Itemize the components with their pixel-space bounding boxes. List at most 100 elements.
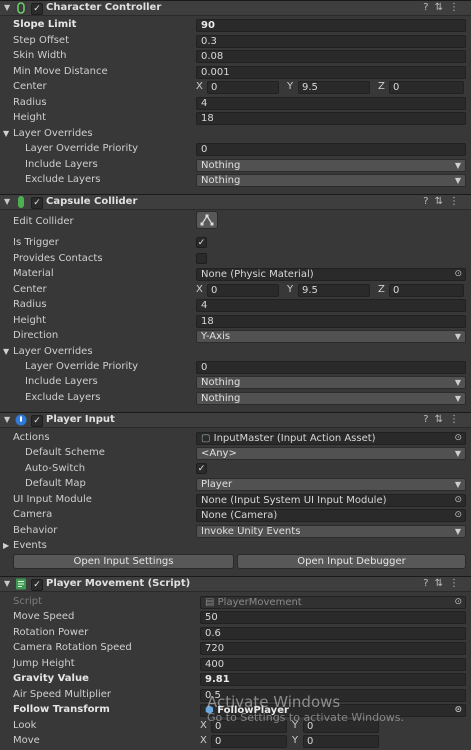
preset-icon[interactable]: ⇅ [435, 578, 449, 589]
is-trigger-checkbox[interactable]: ✓ [196, 237, 207, 248]
exclude-layers-dropdown[interactable]: Nothing ▼ [196, 174, 466, 187]
rotation-power-field[interactable]: 0.6 [200, 627, 466, 640]
script-value: PlayerMovement [217, 597, 302, 608]
move-y-field[interactable]: 0 [303, 735, 379, 748]
component-title: Player Input [46, 414, 115, 425]
character-controller-header[interactable]: ▼ ✓ Character Controller ?⇅⋮ [0, 0, 471, 16]
input-buttons-row: Open Input Settings Open Input Debugger [0, 554, 471, 569]
field-label: Direction [13, 330, 59, 341]
include-layers-dropdown[interactable]: Nothing ▼ [196, 376, 466, 389]
object-picker-icon[interactable]: ⊙ [454, 495, 462, 506]
camera-rotation-speed-field[interactable]: 720 [200, 642, 466, 655]
behavior-dropdown[interactable]: Invoke Unity Events ▼ [196, 525, 466, 538]
layer-overrides-foldout[interactable]: ▼ Layer Overrides [0, 127, 471, 142]
foldout-arrow-icon[interactable]: ▼ [4, 579, 10, 588]
character-controller-icon [15, 2, 27, 14]
header-icons[interactable]: ?⇅⋮ [423, 196, 465, 207]
open-input-settings-button[interactable]: Open Input Settings [13, 554, 234, 569]
air-speed-field[interactable]: 0.5 [200, 689, 466, 702]
field-label: Default Scheme [25, 447, 105, 458]
direction-row: Direction Y-Axis ▼ [0, 329, 471, 344]
header-icons[interactable]: ?⇅⋮ [423, 578, 465, 589]
slope-limit-field[interactable]: 90 [196, 19, 466, 32]
auto-switch-checkbox[interactable]: ✓ [196, 463, 207, 474]
exclude-layers-dropdown[interactable]: Nothing ▼ [196, 392, 466, 405]
follow-transform-field[interactable]: ⬢ FollowPlayer ⊙ [200, 704, 466, 717]
help-icon[interactable]: ? [423, 2, 434, 13]
open-input-debugger-button[interactable]: Open Input Debugger [237, 554, 466, 569]
header-icons[interactable]: ?⇅⋮ [423, 414, 465, 425]
ui-input-module-field[interactable]: None (Input System UI Input Module) ⊙ [196, 494, 466, 507]
gravity-value-field[interactable]: 9.81 [200, 673, 466, 686]
field-label: Auto-Switch [25, 463, 86, 474]
component-enabled-checkbox[interactable]: ✓ [31, 415, 43, 427]
edit-collider-button[interactable] [196, 211, 218, 229]
camera-field[interactable]: None (Camera) ⊙ [196, 509, 466, 522]
events-foldout[interactable]: ▶ Events [0, 539, 471, 554]
provides-contacts-checkbox[interactable] [196, 253, 207, 264]
component-enabled-checkbox[interactable]: ✓ [31, 197, 43, 209]
skin-width-field[interactable]: 0.08 [196, 50, 466, 63]
preset-icon[interactable]: ⇅ [435, 414, 449, 425]
center-y-field[interactable]: 9.5 [298, 81, 370, 94]
asset-icon: ▢ [201, 433, 214, 444]
help-icon[interactable]: ? [423, 196, 434, 207]
capsule-collider-header[interactable]: ▼ ✓ Capsule Collider ?⇅⋮ [0, 194, 471, 210]
script-file-icon: ▤ [205, 597, 218, 608]
foldout-arrow-icon[interactable]: ▼ [4, 197, 10, 206]
object-picker-icon[interactable]: ⊙ [454, 433, 462, 444]
center-x-field[interactable]: 0 [207, 81, 279, 94]
priority-field[interactable]: 0 [196, 143, 466, 156]
component-enabled-checkbox[interactable]: ✓ [31, 3, 43, 15]
exclude-layers-row: Exclude Layers Nothing ▼ [0, 173, 471, 188]
include-layers-dropdown[interactable]: Nothing ▼ [196, 159, 466, 172]
layer-overrides-foldout[interactable]: ▼ Layer Overrides [0, 345, 471, 360]
preset-icon[interactable]: ⇅ [435, 2, 449, 13]
actions-field[interactable]: ▢ InputMaster (Input Action Asset) ⊙ [196, 432, 466, 445]
center-x-field[interactable]: 0 [207, 284, 279, 297]
radius-field[interactable]: 4 [196, 299, 466, 312]
foldout-arrow-icon[interactable]: ▼ [3, 347, 9, 356]
axis-x-label: X [196, 81, 203, 92]
foldout-arrow-icon[interactable]: ▼ [4, 3, 10, 12]
kebab-menu-icon[interactable]: ⋮ [449, 2, 465, 13]
field-label: Edit Collider [13, 216, 74, 227]
center-z-field[interactable]: 0 [389, 284, 464, 297]
kebab-menu-icon[interactable]: ⋮ [449, 196, 465, 207]
min-move-field[interactable]: 0.001 [196, 66, 466, 79]
player-input-header[interactable]: ▼ ✓ Player Input ?⇅⋮ [0, 412, 471, 428]
center-z-field[interactable]: 0 [389, 81, 464, 94]
object-picker-icon[interactable]: ⊙ [454, 510, 462, 521]
component-enabled-checkbox[interactable]: ✓ [31, 579, 43, 591]
default-map-dropdown[interactable]: Player ▼ [196, 478, 466, 491]
height-field[interactable]: 18 [196, 315, 466, 328]
object-picker-icon[interactable]: ⊙ [454, 269, 462, 280]
direction-dropdown[interactable]: Y-Axis ▼ [196, 330, 466, 343]
look-x-field[interactable]: 0 [211, 720, 287, 733]
field-label: Camera Rotation Speed [13, 642, 132, 653]
move-speed-field[interactable]: 50 [200, 611, 466, 624]
field-label: Follow Transform [13, 704, 110, 715]
jump-height-field[interactable]: 400 [200, 658, 466, 671]
help-icon[interactable]: ? [423, 578, 434, 589]
foldout-arrow-icon[interactable]: ▶ [3, 541, 9, 550]
material-field[interactable]: None (Physic Material) ⊙ [196, 268, 466, 281]
object-picker-icon[interactable]: ⊙ [454, 705, 462, 716]
foldout-arrow-icon[interactable]: ▼ [3, 129, 9, 138]
kebab-menu-icon[interactable]: ⋮ [449, 414, 465, 425]
kebab-menu-icon[interactable]: ⋮ [449, 578, 465, 589]
center-y-field[interactable]: 9.5 [298, 284, 370, 297]
header-icons[interactable]: ?⇅⋮ [423, 2, 465, 13]
behavior-row: Behavior Invoke Unity Events ▼ [0, 524, 471, 539]
move-x-field[interactable]: 0 [211, 735, 287, 748]
player-movement-header[interactable]: ▼ ✓ Player Movement (Script) ?⇅⋮ [0, 576, 471, 592]
radius-field[interactable]: 4 [196, 97, 466, 110]
look-y-field[interactable]: 0 [303, 720, 379, 733]
priority-field[interactable]: 0 [196, 361, 466, 374]
default-scheme-dropdown[interactable]: <Any> ▼ [196, 447, 466, 460]
preset-icon[interactable]: ⇅ [435, 196, 449, 207]
foldout-arrow-icon[interactable]: ▼ [4, 415, 10, 424]
height-field[interactable]: 18 [196, 112, 466, 125]
help-icon[interactable]: ? [423, 414, 434, 425]
step-offset-field[interactable]: 0.3 [196, 35, 466, 48]
